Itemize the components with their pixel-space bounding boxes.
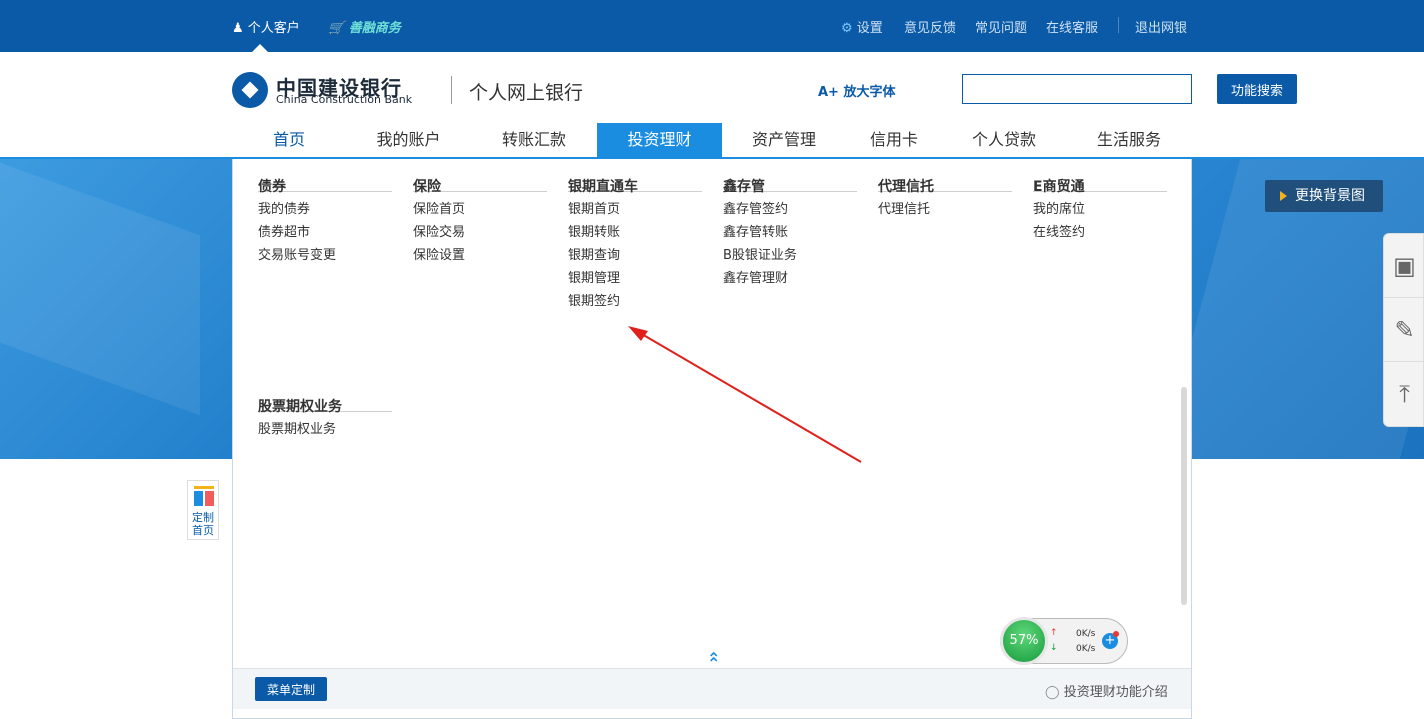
menu-link[interactable]: 银期转账	[568, 221, 702, 244]
enlarge-font-link[interactable]: A+ 放大字体	[818, 81, 896, 100]
active-caret	[252, 44, 268, 52]
logo-text-en: China Construction Bank	[276, 93, 413, 106]
menu-heading: E商贸通	[1033, 159, 1167, 194]
personal-customer-link[interactable]: ♟ 个人客户	[232, 17, 300, 36]
menu-column-custody: 鑫存管 鑫存管签约 鑫存管转账 B股银证业务 鑫存管理财	[723, 159, 857, 290]
menu-link[interactable]: 在线签约	[1033, 221, 1167, 244]
nav-my-account[interactable]: 我的账户	[346, 123, 471, 157]
menu-link[interactable]: 银期管理	[568, 267, 702, 290]
commerce-label: 善融商务	[348, 21, 401, 36]
top-bar: ♟ 个人客户 🛒 善融商务 ⚙ 设置 意见反馈 常见问题 在线客服 退出网银	[0, 0, 1424, 52]
menu-link[interactable]: 股票期权业务	[258, 418, 392, 441]
menu-link[interactable]: 代理信托	[878, 198, 1012, 221]
nav-investment[interactable]: 投资理财	[597, 123, 722, 157]
search-button[interactable]: 功能搜索	[1217, 74, 1297, 104]
menu-column-options: 股票期权业务 股票期权业务	[258, 379, 392, 441]
site-title: 个人网上银行	[469, 82, 584, 104]
faq-link[interactable]: 常见问题	[975, 17, 1027, 36]
up-arrow-icon: ↑	[1050, 628, 1058, 638]
edit-icon[interactable]: ✎	[1384, 298, 1424, 362]
down-arrow-icon: ↓	[1050, 643, 1058, 653]
menu-link[interactable]: 银期查询	[568, 244, 702, 267]
customize-home-button[interactable]: 定制 首页	[187, 480, 219, 540]
cart-icon: 🛒	[328, 21, 345, 36]
menu-heading: 股票期权业务	[258, 379, 392, 414]
online-service-link[interactable]: 在线客服	[1046, 17, 1098, 36]
nav-loans[interactable]: 个人贷款	[942, 123, 1066, 157]
intro-label: 投资理财功能介绍	[1063, 685, 1168, 700]
divider	[1118, 17, 1119, 33]
user-icon: ♟	[232, 21, 244, 36]
menu-heading: 代理信托	[878, 159, 1012, 194]
menu-link[interactable]: 鑫存管签约	[723, 198, 857, 221]
menu-link-futures-signing[interactable]: 银期签约	[568, 290, 702, 313]
menu-custom-button[interactable]: 菜单定制	[255, 677, 327, 701]
settings-link[interactable]: ⚙ 设置	[841, 17, 883, 36]
nav-credit-card[interactable]: 信用卡	[846, 123, 942, 157]
nav-life-services[interactable]: 生活服务	[1066, 123, 1192, 157]
menu-link[interactable]: 交易账号变更	[258, 244, 392, 267]
logout-link[interactable]: 退出网银	[1135, 17, 1187, 36]
personal-label: 个人客户	[247, 21, 300, 36]
menu-link[interactable]: 保险交易	[413, 221, 547, 244]
menu-scrollbar[interactable]	[1181, 387, 1187, 605]
feedback-link[interactable]: 意见反馈	[904, 17, 956, 36]
menu-link[interactable]: B股银证业务	[723, 244, 857, 267]
enlarge-font-label: 放大字体	[843, 85, 896, 100]
menu-column-futures: 银期直通车 银期首页 银期转账 银期查询 银期管理 银期签约	[568, 159, 702, 313]
investment-intro-link[interactable]: ◯ 投资理财功能介绍	[1045, 681, 1168, 700]
settings-label: 设置	[856, 21, 883, 36]
menu-link[interactable]: 保险首页	[413, 198, 547, 221]
speed-percent-ball: 57%	[1000, 617, 1048, 665]
menu-link[interactable]: 银期首页	[568, 198, 702, 221]
layout-icon	[194, 486, 214, 506]
lightbulb-icon: ◯	[1045, 685, 1060, 700]
search-input[interactable]	[962, 74, 1192, 104]
menu-link[interactable]: 债券超市	[258, 221, 392, 244]
customize-label-2: 首页	[192, 524, 214, 537]
nav-home[interactable]: 首页	[232, 123, 346, 157]
commerce-link[interactable]: 🛒 善融商务	[328, 17, 401, 36]
ccb-logo-icon	[232, 72, 268, 108]
menu-column-etrade: E商贸通 我的席位 在线签约	[1033, 159, 1167, 244]
menu-heading: 债券	[258, 159, 392, 194]
menu-link[interactable]: 我的债券	[258, 198, 392, 221]
menu-link[interactable]: 鑫存管理财	[723, 267, 857, 290]
font-plus-icon: A+	[818, 85, 839, 100]
nav-assets[interactable]: 资产管理	[722, 123, 846, 157]
side-toolbar: ▣ ✎ ⤒	[1383, 233, 1424, 427]
menu-heading: 保险	[413, 159, 547, 194]
menu-link[interactable]: 我的席位	[1033, 198, 1167, 221]
menu-column-trust: 代理信托 代理信托	[878, 159, 1012, 221]
menu-column-insurance: 保险 保险首页 保险交易 保险设置	[413, 159, 547, 267]
back-to-top-icon[interactable]: ⤒	[1384, 362, 1424, 426]
menu-footer: 菜单定制 ◯ 投资理财功能介绍	[233, 668, 1191, 709]
change-background-button[interactable]: 更换背景图	[1265, 180, 1383, 212]
logo-divider	[451, 76, 452, 104]
menu-link[interactable]: 保险设置	[413, 244, 547, 267]
download-speed: 0K/s	[1076, 644, 1096, 654]
customize-label-1: 定制	[192, 511, 214, 524]
menu-heading: 鑫存管	[723, 159, 857, 194]
menu-column-bonds: 债券 我的债券 债券超市 交易账号变更	[258, 159, 392, 267]
nav-transfer[interactable]: 转账汇款	[471, 123, 597, 157]
notification-dot	[1113, 631, 1119, 637]
menu-heading: 银期直通车	[568, 159, 702, 194]
menu-link[interactable]: 鑫存管转账	[723, 221, 857, 244]
contact-card-icon[interactable]: ▣	[1384, 234, 1424, 298]
gear-icon: ⚙	[841, 21, 853, 36]
upload-speed: 0K/s	[1076, 629, 1096, 639]
